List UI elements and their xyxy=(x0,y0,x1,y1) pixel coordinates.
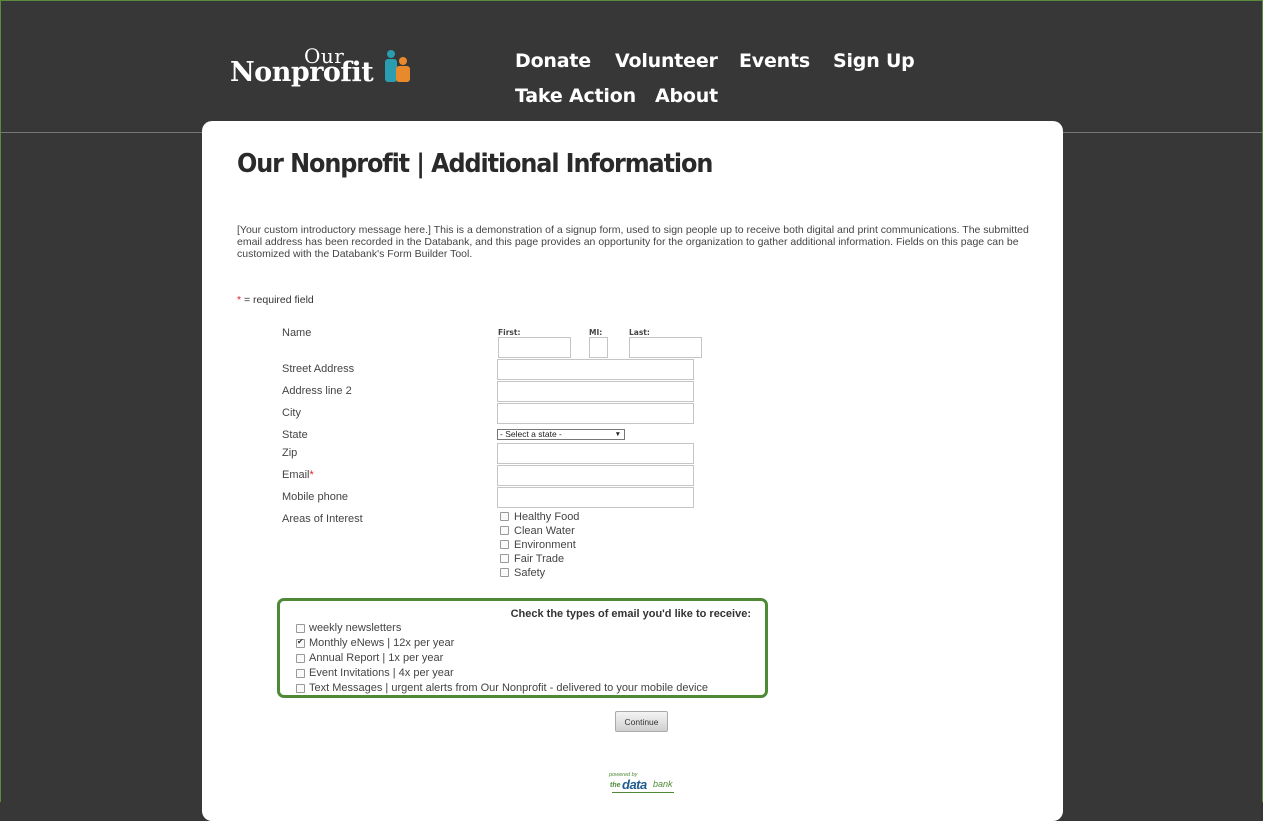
middle-initial-input[interactable] xyxy=(589,337,608,358)
nav-about[interactable]: About xyxy=(655,85,718,107)
email-label-text: Email xyxy=(282,469,310,481)
powered-by-databank-logo[interactable]: powered by the data bank xyxy=(608,772,678,796)
logo-underline xyxy=(612,792,674,793)
required-note: * = required field xyxy=(237,294,314,306)
city-input[interactable] xyxy=(497,403,694,424)
interest-checkbox-environment[interactable] xyxy=(500,540,509,549)
street-address-label: Street Address xyxy=(282,363,355,375)
email-pref-checkbox-event-invitations[interactable] xyxy=(296,669,305,678)
continue-button[interactable]: Continue xyxy=(615,711,668,732)
middle-initial-label: MI: xyxy=(589,328,603,337)
interest-checkbox-clean-water[interactable] xyxy=(500,526,509,535)
email-pref-label-text-messages: Text Messages | urgent alerts from Our N… xyxy=(309,682,709,694)
email-preferences-box: Check the types of email you'd like to r… xyxy=(277,598,768,698)
mobile-phone-input[interactable] xyxy=(497,487,694,508)
email-pref-label-event-invitations: Event Invitations | 4x per year xyxy=(309,667,454,679)
city-label: City xyxy=(282,407,301,419)
mobile-phone-label: Mobile phone xyxy=(282,491,349,503)
interest-label-clean-water: Clean Water xyxy=(514,525,575,537)
email-label: Email* xyxy=(282,469,314,481)
logo-text-nonprofit: Nonprofit xyxy=(230,57,374,88)
intro-message: [Your custom introductory message here.]… xyxy=(237,224,1029,260)
logo-data-text: data xyxy=(622,777,647,792)
nav-sign-up[interactable]: Sign Up xyxy=(833,50,915,72)
content-card: Our Nonprofit | Additional Information [… xyxy=(202,121,1063,821)
state-select[interactable]: - Select a state - ▼ xyxy=(497,429,625,440)
people-icon xyxy=(385,50,410,82)
interest-checkbox-healthy-food[interactable] xyxy=(500,512,509,521)
interest-checkbox-fair-trade[interactable] xyxy=(500,554,509,563)
state-label: State xyxy=(282,429,308,441)
interest-label-fair-trade: Fair Trade xyxy=(514,553,565,565)
interest-label-safety: Safety xyxy=(514,567,546,579)
interest-checkbox-safety[interactable] xyxy=(500,568,509,577)
last-name-input[interactable] xyxy=(629,337,702,358)
chevron-down-icon: ▼ xyxy=(614,431,621,438)
site-logo[interactable]: Our Nonprofit xyxy=(230,44,420,90)
email-required-star: * xyxy=(309,469,314,481)
first-name-input[interactable] xyxy=(498,337,571,358)
zip-label: Zip xyxy=(282,447,298,459)
interest-label-healthy-food: Healthy Food xyxy=(514,511,580,523)
email-pref-label-annual-report: Annual Report | 1x per year xyxy=(309,652,444,664)
page-title: Our Nonprofit | Additional Information xyxy=(237,149,713,179)
email-pref-checkbox-text-messages[interactable] xyxy=(296,684,305,693)
nav-volunteer[interactable]: Volunteer xyxy=(615,50,718,72)
name-label: Name xyxy=(282,327,312,339)
nav-take-action[interactable]: Take Action xyxy=(515,85,636,107)
first-name-label: First: xyxy=(498,328,521,337)
address-line-2-label: Address line 2 xyxy=(282,385,352,397)
email-pref-label-monthly-enews: Monthly eNews | 12x per year xyxy=(309,637,455,649)
nav-donate[interactable]: Donate xyxy=(515,50,591,72)
interest-label-environment: Environment xyxy=(514,539,576,551)
address-line-2-input[interactable] xyxy=(497,381,694,402)
nav-events[interactable]: Events xyxy=(739,50,810,72)
logo-the-text: the xyxy=(610,782,621,789)
logo-bank-text: bank xyxy=(653,779,673,789)
state-select-value: - Select a state - xyxy=(500,429,562,439)
email-pref-checkbox-weekly-newsletters[interactable] xyxy=(296,624,305,633)
email-input[interactable] xyxy=(497,465,694,486)
checkmark-icon: ✔ xyxy=(297,637,304,646)
email-pref-label-weekly-newsletters: weekly newsletters xyxy=(309,622,402,634)
last-name-label: Last: xyxy=(629,328,650,337)
required-note-text: = required field xyxy=(241,294,314,306)
street-address-input[interactable] xyxy=(497,359,694,380)
email-pref-checkbox-monthly-enews[interactable]: ✔ xyxy=(296,637,305,648)
email-pref-checkbox-annual-report[interactable] xyxy=(296,654,305,663)
zip-input[interactable] xyxy=(497,443,694,464)
email-preferences-heading: Check the types of email you'd like to r… xyxy=(510,608,751,620)
areas-of-interest-label: Areas of Interest xyxy=(282,513,363,525)
